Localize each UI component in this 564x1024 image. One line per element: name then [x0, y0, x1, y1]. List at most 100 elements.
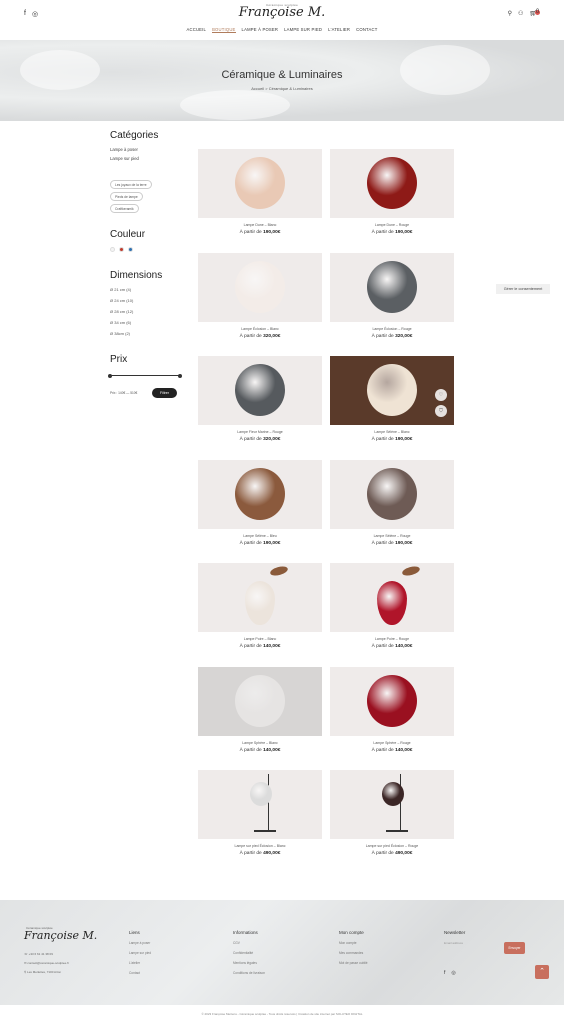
price-value: 320,00€	[263, 333, 281, 339]
product-name[interactable]: Lampe Poire – Blanc	[198, 637, 322, 641]
category-lampe-sur-pied[interactable]: Lampe sur pied	[110, 156, 190, 161]
product-price: À partir de 490,00€	[330, 851, 454, 856]
product-card[interactable]: Lampe Sphère – Blanc À partir de 140,00€	[198, 666, 322, 753]
product-card[interactable]: Lampe Sélène – Bleu À partir de 190,00€	[198, 459, 322, 546]
product-card[interactable]: Lampe Poire – Blanc À partir de 140,00€	[198, 563, 322, 649]
product-card[interactable]: Lampe Dune – Rouge À partir de 190,00€	[330, 149, 454, 235]
product-card[interactable]: Lampe Éclosion – Blanc À partir de 320,00…	[198, 252, 322, 339]
product-image[interactable]	[198, 666, 322, 736]
product-image[interactable]	[330, 149, 454, 218]
footer-link[interactable]: Contact	[129, 971, 151, 975]
product-name[interactable]: Lampe Fleur Marine – Rouge	[198, 430, 322, 434]
nav-contact[interactable]: CONTACT	[356, 27, 377, 33]
product-name[interactable]: Lampe Poire – Rouge	[330, 637, 454, 641]
footer-phone[interactable]: +33 6 61 41 38 09	[29, 952, 53, 956]
product-card[interactable]: Lampe sur pied Éclosion – Blanc À partir …	[198, 770, 322, 856]
footer-link[interactable]: Conditions de livraison	[233, 971, 265, 975]
filter-button[interactable]: Filtrer	[152, 388, 177, 398]
product-card[interactable]: Lampe Fleur Marine – Rouge À partir de 32…	[198, 356, 322, 442]
product-image[interactable]	[330, 252, 454, 322]
facebook-icon[interactable]: f	[444, 970, 445, 976]
product-card[interactable]: Lampe Poire – Rouge À partir de 140,00€	[330, 563, 454, 649]
color-swatch-blue[interactable]	[128, 247, 133, 252]
product-name[interactable]: Lampe sur pied Éclosion – Blanc	[198, 844, 322, 848]
footer-logo[interactable]: Françoise M.	[24, 929, 97, 942]
price-slider-max-handle[interactable]	[178, 373, 182, 378]
product-name[interactable]: Lampe Sphère – Blanc	[198, 741, 322, 745]
product-image[interactable]	[198, 459, 322, 529]
product-name[interactable]: Lampe Sélène – Blanc	[330, 430, 454, 434]
nav-boutique[interactable]: BOUTIQUE	[212, 27, 236, 33]
price-prefix: À partir de	[371, 851, 396, 856]
wishlist-icon[interactable]: ♡	[435, 389, 447, 401]
search-icon[interactable]: ⚲	[508, 10, 512, 17]
newsletter-submit-button[interactable]: Envoyer	[504, 942, 525, 954]
product-card[interactable]: Lampe Sphère – Rouge À partir de 140,00€	[330, 666, 454, 753]
product-name[interactable]: Lampe Sélène – Bleu	[198, 534, 322, 538]
lamp-shape	[235, 674, 285, 727]
dimension-filter[interactable]: Ø 24 cm (10)	[110, 298, 190, 303]
footer-link[interactable]: Lampe sur pied	[129, 951, 151, 955]
consent-button[interactable]: Gérer le consentement	[496, 284, 550, 294]
footer-email[interactable]: contact@ceramique-sculptee.fr	[27, 961, 69, 965]
footer-link[interactable]: Lampe à poser	[129, 941, 151, 945]
product-card[interactable]: Lampe Éclosion – Rouge À partir de 320,00…	[330, 252, 454, 339]
footer-link[interactable]: Mot de passe oublié	[339, 961, 368, 965]
user-icon[interactable]: ⚇	[518, 10, 523, 17]
price-prefix: À partir de	[239, 230, 264, 235]
product-name[interactable]: Lampe Sélène – Rouge	[330, 534, 454, 538]
price-value: 190,00€	[395, 437, 413, 442]
footer-social: f ◎	[444, 970, 456, 976]
product-image[interactable]	[198, 356, 322, 425]
footer-link[interactable]: Mentions légales	[233, 961, 265, 965]
site-logo[interactable]: Françoise M.	[0, 5, 564, 20]
product-price: À partir de 140,00€	[330, 748, 454, 753]
dimension-filter[interactable]: Ø 28 cm (12)	[110, 309, 190, 314]
product-image[interactable]	[330, 563, 454, 632]
product-image[interactable]	[198, 770, 322, 839]
color-swatch-white[interactable]	[110, 247, 115, 252]
product-card[interactable]: Lampe Sélène – Rouge À partir de 190,00€	[330, 459, 454, 546]
product-name[interactable]: Lampe Éclosion – Blanc	[198, 327, 322, 331]
nav-lampe-sur-pied[interactable]: LAMPE SUR PIED	[284, 27, 322, 33]
add-to-cart-icon[interactable]: ⛉	[435, 405, 447, 417]
product-name[interactable]: Lampe Dune – Blanc	[198, 223, 322, 227]
dimension-filter[interactable]: Ø 34 cm (6)	[110, 320, 190, 325]
product-image[interactable]	[198, 149, 322, 218]
nav-lampe-a-poser[interactable]: LAMPE À POSER	[242, 27, 279, 33]
footer-link[interactable]: Mes commandes	[339, 951, 368, 955]
product-image[interactable]	[198, 252, 322, 322]
product-name[interactable]: Lampe Dune – Rouge	[330, 223, 454, 227]
product-name[interactable]: Lampe sur pied Éclosion – Rouge	[330, 844, 454, 848]
product-card[interactable]: Lampe Dune – Blanc À partir de 190,00€	[198, 149, 322, 235]
tag-chip[interactable]: Pieds de lampe	[110, 192, 143, 201]
product-card[interactable]: Lampe sur pied Éclosion – Rouge À partir …	[330, 770, 454, 856]
nav-atelier[interactable]: L'ATELIER	[328, 27, 350, 33]
dimension-filter[interactable]: Ø 38cm (2)	[110, 331, 190, 336]
product-image[interactable]	[330, 666, 454, 736]
dimension-filter[interactable]: Ø 21 cm (4)	[110, 287, 190, 292]
back-to-top-button[interactable]: ⌃	[535, 965, 549, 979]
product-image[interactable]	[330, 770, 454, 839]
footer-link[interactable]: Mon compte	[339, 941, 368, 945]
breadcrumb[interactable]: Accueil > Céramique & Luminaires	[0, 86, 564, 91]
nav-accueil[interactable]: ACCUEIL	[187, 27, 207, 33]
tag-chip[interactable]: Craftkeramik	[110, 204, 139, 213]
category-lampe-a-poser[interactable]: Lampe à poser	[110, 147, 190, 152]
instagram-icon[interactable]: ◎	[451, 970, 455, 976]
newsletter-email-input[interactable]: Email address	[444, 941, 504, 949]
footer-link[interactable]: L'atelier	[129, 961, 151, 965]
product-name[interactable]: Lampe Éclosion – Rouge	[330, 327, 454, 331]
cart-icon[interactable]: 🛒︎0	[529, 9, 540, 17]
price-slider[interactable]	[108, 373, 182, 378]
footer-link[interactable]: Confidentialité	[233, 951, 265, 955]
product-image[interactable]	[330, 459, 454, 529]
product-price: À partir de 320,00€	[198, 437, 322, 442]
color-swatch-red[interactable]	[119, 247, 124, 252]
product-name[interactable]: Lampe Sphère – Rouge	[330, 741, 454, 745]
footer-link[interactable]: CGV	[233, 941, 265, 945]
product-image[interactable]	[198, 563, 322, 632]
product-card[interactable]: Lampe Sélène – Blanc À partir de 190,00€	[330, 356, 454, 442]
price-slider-min-handle[interactable]	[108, 373, 112, 378]
tag-chip[interactable]: Les joyaux de la terre	[110, 180, 152, 189]
